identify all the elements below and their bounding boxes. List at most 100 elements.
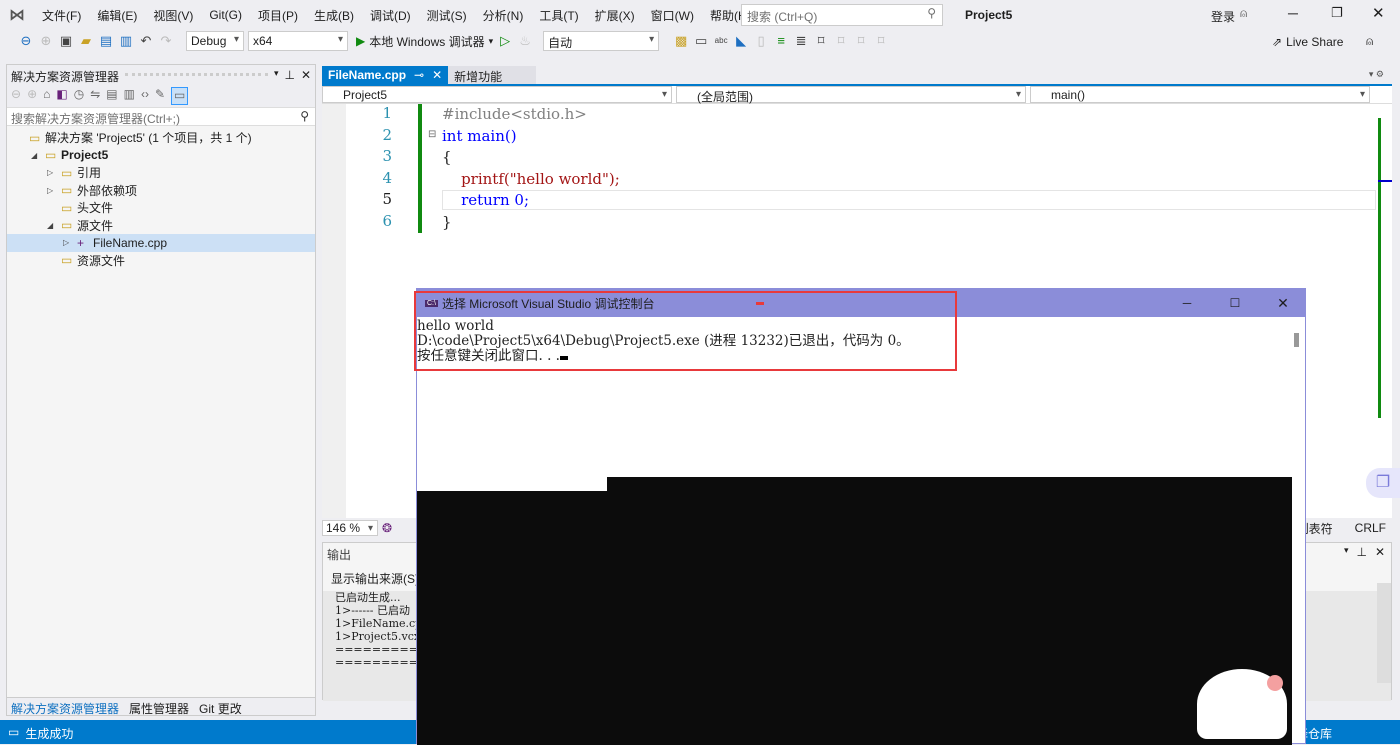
console-close[interactable]: ✕ bbox=[1261, 295, 1305, 312]
tree-item[interactable]: ◢ ▭ 源文件 bbox=[7, 217, 315, 235]
comment-icon[interactable]: ≡ bbox=[773, 33, 789, 49]
tree-item[interactable]: ▷ + FileName.cpp bbox=[7, 234, 315, 252]
save-icon[interactable]: ▤ bbox=[98, 33, 114, 49]
member-select[interactable]: main() bbox=[1030, 86, 1370, 103]
feedback-icon[interactable]: ⍝ bbox=[1366, 34, 1373, 49]
close-icon[interactable]: ✕ bbox=[1375, 545, 1385, 559]
tab-new-features[interactable]: 新增功能 bbox=[448, 66, 537, 84]
expand-icon[interactable]: ▷ bbox=[47, 168, 61, 177]
collapse-icon[interactable]: ▤ bbox=[106, 87, 117, 105]
menu-build[interactable]: 生成(B) bbox=[306, 7, 362, 24]
tree-item[interactable]: ▷ ▭ 引用 bbox=[7, 164, 315, 182]
health-icon[interactable]: ❂ bbox=[382, 521, 392, 535]
dropdown-icon[interactable]: ▾ bbox=[1344, 545, 1349, 559]
spellcheck-icon[interactable]: abc bbox=[713, 33, 729, 49]
uncomment-icon[interactable]: ≣ bbox=[793, 33, 809, 49]
properties-icon[interactable]: ✎ bbox=[155, 87, 165, 105]
platform-select[interactable]: x64 bbox=[248, 31, 348, 51]
home-icon[interactable]: ⌂ bbox=[43, 87, 50, 105]
menu-window[interactable]: 窗口(W) bbox=[643, 7, 702, 24]
menu-extensions[interactable]: 扩展(X) bbox=[587, 7, 643, 24]
pointer-icon[interactable]: ◣ bbox=[733, 33, 749, 49]
configuration-select[interactable]: Debug bbox=[186, 31, 244, 51]
menu-analyze[interactable]: 分析(N) bbox=[475, 7, 532, 24]
tree-item[interactable]: ▷ ▭ 外部依赖项 bbox=[7, 182, 315, 200]
restore-button[interactable]: ❐ bbox=[1331, 5, 1343, 21]
zoom-select[interactable]: 146 % bbox=[322, 520, 378, 536]
tree-item[interactable]: ◢ ▭ Project5 bbox=[7, 147, 315, 165]
tree-item[interactable]: ▭ 解决方案 'Project5' (1 个项目，共 1 个) bbox=[7, 129, 315, 147]
expand-icon[interactable]: ◢ bbox=[47, 221, 61, 230]
code-icon[interactable]: ‹› bbox=[141, 87, 149, 105]
minimize-button[interactable]: ─ bbox=[1288, 5, 1298, 21]
back-icon[interactable]: ⊖ bbox=[18, 33, 34, 49]
close-tab-icon[interactable]: ✕ bbox=[432, 68, 442, 82]
forward-icon[interactable]: ⊕ bbox=[27, 87, 37, 105]
pin-icon[interactable]: ⊸ bbox=[414, 68, 424, 82]
tab-git-changes[interactable]: Git 更改 bbox=[199, 700, 242, 716]
redo-icon[interactable]: ↷ bbox=[158, 33, 174, 49]
preview-icon[interactable]: ▭ bbox=[171, 87, 189, 105]
code-content[interactable]: #include<stdio.h> int main() { printf("hel… bbox=[442, 104, 620, 233]
scope-select[interactable]: (全局范围) bbox=[676, 86, 1026, 104]
start-without-debug-icon[interactable]: ▷ bbox=[497, 33, 513, 49]
undo-icon[interactable]: ↶ bbox=[138, 33, 154, 49]
solution-tree: ▭ 解决方案 'Project5' (1 个项目，共 1 个) ◢ ▭ Project5… bbox=[7, 126, 315, 269]
console-minimize[interactable]: ─ bbox=[1165, 296, 1209, 310]
pending-changes-icon[interactable]: ◷ bbox=[74, 87, 84, 105]
expand-icon[interactable]: ▷ bbox=[63, 238, 77, 247]
tab-solution-explorer[interactable]: 解决方案资源管理器 bbox=[11, 700, 119, 716]
live-share-button[interactable]: ⇗ Live Share bbox=[1272, 35, 1343, 49]
prev-bookmark-icon[interactable]: ⌑ bbox=[833, 33, 849, 49]
save-all-icon[interactable]: ▥ bbox=[118, 33, 134, 49]
menu-git[interactable]: Git(G) bbox=[201, 8, 250, 22]
menu-edit[interactable]: 编辑(E) bbox=[89, 7, 145, 24]
clear-bookmark-icon[interactable]: ⌑ bbox=[873, 33, 889, 49]
menu-project[interactable]: 项目(P) bbox=[250, 7, 306, 24]
show-all-icon[interactable]: ▥ bbox=[124, 87, 135, 105]
switch-view-icon[interactable]: ◧ bbox=[56, 87, 67, 105]
close-button[interactable]: ✕ bbox=[1372, 4, 1385, 22]
hot-reload-icon[interactable]: ♨ bbox=[517, 33, 533, 49]
assistant-icon[interactable]: ❐ bbox=[1366, 468, 1400, 498]
menu-debug[interactable]: 调试(D) bbox=[362, 7, 419, 24]
back-icon[interactable]: ⊖ bbox=[11, 87, 21, 105]
menu-file[interactable]: 文件(F) bbox=[34, 7, 89, 24]
line-ending[interactable]: CRLF bbox=[1355, 521, 1386, 535]
pin-icon[interactable]: ⊥ bbox=[284, 68, 294, 82]
find-in-files-icon[interactable]: ▩ bbox=[673, 33, 689, 49]
auto-select[interactable]: 自动 bbox=[543, 31, 660, 51]
login-button[interactable]: 登录 bbox=[1211, 8, 1235, 25]
bookmark-icon[interactable]: ⌑ bbox=[813, 33, 829, 49]
forward-icon[interactable]: ⊕ bbox=[38, 33, 54, 49]
open-file-icon[interactable]: ▰ bbox=[78, 33, 94, 49]
tab-list-icon[interactable]: ▾ ⚙ bbox=[1361, 66, 1392, 84]
tree-item[interactable]: ▭ 头文件 bbox=[7, 199, 315, 217]
next-bookmark-icon[interactable]: ⌑ bbox=[853, 33, 869, 49]
tab-property-manager[interactable]: 属性管理器 bbox=[129, 700, 189, 716]
new-project-icon[interactable]: ▣ bbox=[58, 33, 74, 49]
close-icon[interactable]: ✕ bbox=[301, 68, 311, 82]
project-select[interactable]: Project5 bbox=[322, 86, 672, 103]
solution-search-input[interactable]: 搜索解决方案资源管理器(Ctrl+;) ⚲ bbox=[7, 107, 315, 126]
start-debug-button[interactable]: ▶ 本地 Windows 调试器 ▾ bbox=[356, 33, 493, 50]
tree-item[interactable]: ▭ 资源文件 bbox=[7, 252, 315, 270]
menu-tools[interactable]: 工具(T) bbox=[531, 7, 586, 24]
sync-icon[interactable]: ⇋ bbox=[90, 87, 100, 105]
search-input[interactable]: 搜索 (Ctrl+Q) ⚲ bbox=[741, 4, 943, 26]
expand-icon[interactable]: ◢ bbox=[31, 151, 45, 160]
pin-icon[interactable]: ⊥ bbox=[1356, 545, 1366, 559]
dropdown-icon[interactable]: ▾ bbox=[274, 68, 279, 82]
menu-test[interactable]: 测试(S) bbox=[419, 7, 475, 24]
output-scrollbar[interactable] bbox=[1377, 583, 1391, 683]
menu-view[interactable]: 视图(V) bbox=[145, 7, 201, 24]
console-scrollbar[interactable] bbox=[1294, 333, 1299, 347]
expand-icon[interactable]: ▷ bbox=[47, 186, 61, 195]
folder-icon: ▭ bbox=[61, 183, 73, 198]
collapse-main-icon[interactable]: ⊟ bbox=[428, 129, 436, 140]
format-icon[interactable]: ▯ bbox=[753, 33, 769, 49]
window-layout-icon[interactable]: ▭ bbox=[693, 33, 709, 49]
console-maximize[interactable]: ☐ bbox=[1213, 296, 1257, 310]
tab-filename-cpp[interactable]: FileName.cpp ⊸ ✕ bbox=[322, 66, 449, 84]
account-icon[interactable]: ⍝ bbox=[1240, 6, 1247, 21]
